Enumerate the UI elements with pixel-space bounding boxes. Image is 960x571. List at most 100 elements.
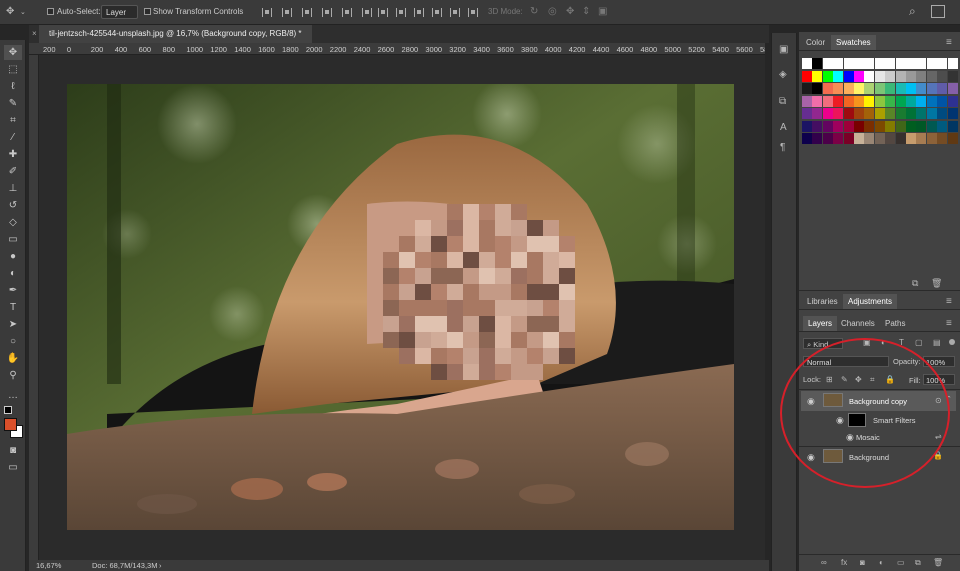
- align-vcenter-icon[interactable]: [282, 8, 292, 17]
- color-swatch[interactable]: [895, 120, 906, 132]
- color-swatch[interactable]: [947, 83, 958, 94]
- document-tab[interactable]: til-jentzsch-425544-unsplash.jpg @ 16,7%…: [39, 25, 312, 43]
- color-swatch[interactable]: [937, 108, 948, 119]
- close-tab-icon[interactable]: ×: [32, 29, 37, 38]
- color-swatch[interactable]: [843, 58, 854, 69]
- healing-brush-tool-icon[interactable]: ✚: [4, 147, 22, 162]
- color-swatch[interactable]: [854, 95, 864, 107]
- auto-select-checkbox[interactable]: [47, 8, 54, 15]
- distribute-hcenter-icon[interactable]: [450, 8, 460, 17]
- new-layer-icon[interactable]: ⧉: [915, 558, 921, 568]
- filter-toggle-icon[interactable]: [949, 339, 955, 345]
- default-colors-icon[interactable]: [4, 406, 12, 414]
- color-swatch[interactable]: [895, 95, 906, 107]
- hand-tool-icon[interactable]: ✋: [4, 351, 22, 366]
- zoom-tool-icon[interactable]: ⚲: [4, 368, 22, 383]
- color-swatch[interactable]: [854, 70, 864, 82]
- panel-menu-icon[interactable]: ≡: [946, 38, 952, 48]
- color-swatch[interactable]: [937, 70, 948, 82]
- color-swatch[interactable]: [916, 133, 927, 144]
- status-menu-arrow-icon[interactable]: ›: [159, 561, 162, 570]
- color-swatch[interactable]: [885, 108, 896, 119]
- filter-smart-object-icon[interactable]: ▤: [933, 338, 941, 348]
- tab-layers[interactable]: Layers: [803, 316, 838, 331]
- color-swatch[interactable]: [843, 83, 854, 94]
- horizontal-ruler[interactable]: 200 0 200 400 600 800 1000 1200 1400 1600 1800 2000…: [29, 43, 765, 55]
- lasso-tool-icon[interactable]: ℓ: [4, 79, 22, 94]
- color-swatch[interactable]: [916, 120, 927, 132]
- color-swatch[interactable]: [802, 120, 812, 132]
- vertical-ruler[interactable]: [29, 55, 39, 560]
- color-swatch[interactable]: [906, 95, 916, 107]
- tab-swatches[interactable]: Swatches: [831, 35, 876, 50]
- color-swatch[interactable]: [864, 120, 875, 132]
- color-swatch[interactable]: [926, 58, 937, 69]
- color-swatch[interactable]: [947, 70, 958, 82]
- brush-settings-icon[interactable]: ⧉: [779, 97, 786, 107]
- 3d-pan-icon[interactable]: ✥: [566, 7, 574, 17]
- distribute-right-icon[interactable]: [468, 8, 478, 17]
- new-swatch-icon[interactable]: ⧉: [912, 278, 918, 288]
- gradient-tool-icon[interactable]: ▭: [4, 232, 22, 247]
- color-swatch[interactable]: [874, 95, 885, 107]
- clone-stamp-tool-icon[interactable]: ⊥: [4, 181, 22, 196]
- align-right-icon[interactable]: [362, 8, 372, 17]
- panel-menu-icon[interactable]: ≡: [946, 319, 952, 329]
- color-swatch[interactable]: [822, 58, 833, 69]
- color-swatch[interactable]: [916, 108, 927, 119]
- color-swatch[interactable]: [947, 133, 958, 144]
- dodge-tool-icon[interactable]: ◐: [4, 266, 22, 281]
- color-swatch[interactable]: [916, 95, 927, 107]
- tab-paths[interactable]: Paths: [880, 316, 910, 331]
- color-swatch[interactable]: [802, 133, 812, 144]
- color-swatch[interactable]: [802, 108, 812, 119]
- color-swatch[interactable]: [843, 108, 854, 119]
- color-swatch[interactable]: [843, 95, 854, 107]
- color-swatch[interactable]: [802, 58, 812, 69]
- search-icon[interactable]: ⌕: [909, 5, 916, 17]
- history-brush-tool-icon[interactable]: ↺: [4, 198, 22, 213]
- filter-shape-icon[interactable]: ▢: [915, 338, 923, 348]
- type-tool-icon[interactable]: T: [4, 300, 22, 315]
- color-swatch[interactable]: [885, 95, 896, 107]
- color-swatch[interactable]: [843, 133, 854, 144]
- distribute-vcenter-icon[interactable]: [396, 8, 406, 17]
- color-swatch[interactable]: [812, 58, 823, 69]
- color-swatch[interactable]: [906, 58, 916, 69]
- color-swatch[interactable]: [885, 133, 896, 144]
- color-swatch[interactable]: [854, 120, 864, 132]
- color-swatch[interactable]: [947, 120, 958, 132]
- zoom-level[interactable]: 16,67%: [36, 561, 61, 570]
- color-swatch[interactable]: [906, 83, 916, 94]
- tab-color[interactable]: Color: [801, 35, 830, 50]
- color-swatch[interactable]: [833, 133, 844, 144]
- tab-libraries[interactable]: Libraries: [802, 294, 843, 309]
- color-swatch[interactable]: [854, 108, 864, 119]
- color-swatch[interactable]: [812, 83, 823, 94]
- color-swatch[interactable]: [937, 95, 948, 107]
- color-swatch[interactable]: [895, 133, 906, 144]
- color-swatch[interactable]: [864, 108, 875, 119]
- color-swatch[interactable]: [833, 83, 844, 94]
- character-panel-icon[interactable]: A: [780, 123, 787, 133]
- 3d-scale-icon[interactable]: ▣: [598, 7, 607, 17]
- color-swatch[interactable]: [926, 95, 937, 107]
- color-swatch[interactable]: [874, 120, 885, 132]
- shape-tool-icon[interactable]: ○: [4, 334, 22, 349]
- delete-swatch-icon[interactable]: 🗑: [931, 278, 942, 288]
- color-swatch[interactable]: [874, 70, 885, 82]
- 3d-slide-icon[interactable]: ⇕: [582, 7, 590, 17]
- color-swatch[interactable]: [895, 58, 906, 69]
- more-tools-icon[interactable]: …: [4, 388, 22, 403]
- move-tool-icon[interactable]: ✥: [4, 45, 22, 60]
- panel-menu-icon[interactable]: ≡: [946, 297, 952, 307]
- color-swatch[interactable]: [885, 58, 896, 69]
- color-swatch[interactable]: [947, 108, 958, 119]
- color-swatch[interactable]: [812, 133, 823, 144]
- color-swatch[interactable]: [802, 95, 812, 107]
- color-swatch[interactable]: [874, 83, 885, 94]
- color-swatch[interactable]: [822, 120, 833, 132]
- align-left-icon[interactable]: [322, 8, 332, 17]
- color-swatch[interactable]: [906, 108, 916, 119]
- color-swatch[interactable]: [833, 58, 844, 69]
